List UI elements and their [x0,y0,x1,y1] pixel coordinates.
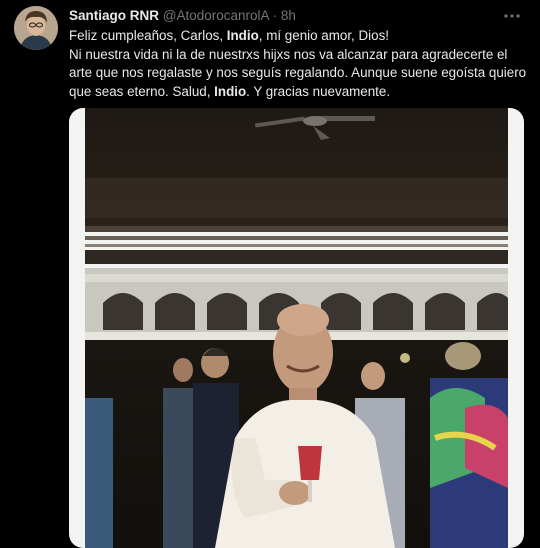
separator: · [272,8,278,23]
photo-image [85,108,508,548]
tweet-photo[interactable] [69,108,524,548]
more-button[interactable] [500,6,524,26]
tweet-time[interactable]: 8h [281,8,296,23]
tweet-header: Santiago RNR @AtodorocanrolA · 8h [69,7,500,27]
tweet[interactable]: Santiago RNR @AtodorocanrolA · 8h Feliz … [0,0,540,548]
avatar-image [14,6,58,50]
text-segment: Feliz cumpleaños, Carlos, [69,28,227,43]
tweet-text-line-1: Feliz cumpleaños, Carlos, Indio, mí geni… [69,27,529,46]
tweet-text-line-2: Ni nuestra vida ni la de nuestrxs hijxs … [69,46,529,102]
text-bold-indio: Indio [214,83,247,99]
author-name[interactable]: Santiago RNR [69,8,159,23]
text-segment: . Y gracias nuevamente. [246,83,391,99]
tweet-text: Feliz cumpleaños, Carlos, Indio, mí geni… [69,27,529,101]
author-handle[interactable]: @AtodorocanrolA [163,8,269,23]
avatar[interactable] [14,6,58,50]
text-segment: , mí genio amor, Dios! [258,28,390,43]
text-bold-indio: Indio [226,28,259,43]
more-horizontal-icon [504,14,520,18]
